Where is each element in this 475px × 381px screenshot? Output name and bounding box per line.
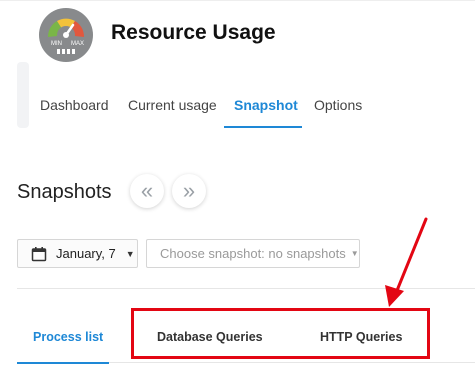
annotation-arrow-icon [385, 217, 428, 307]
top-border [0, 0, 475, 1]
next-snapshot-button[interactable]: » [172, 174, 206, 208]
calendar-icon [31, 246, 47, 261]
tab-snapshot[interactable]: Snapshot [234, 97, 298, 113]
date-value: January, 7 [56, 246, 116, 261]
annotation-highlight-box [131, 308, 430, 359]
section-title: Snapshots [17, 181, 112, 203]
double-chevron-left-icon: « [140, 178, 154, 203]
tab-options[interactable]: Options [314, 97, 362, 113]
chevron-down-icon: ▼ [350, 249, 359, 258]
tab-dashboard[interactable]: Dashboard [40, 97, 109, 113]
tab-current-usage[interactable]: Current usage [128, 97, 217, 113]
active-tab-indicator [224, 126, 302, 128]
snapshot-select-placeholder: Choose snapshot: no snapshots [160, 246, 346, 261]
app-title: Resource Usage [111, 21, 276, 44]
date-picker-button[interactable]: January, 7 ▼ [17, 239, 138, 268]
gauge-min-label: MIN [51, 41, 62, 47]
tab-process-list[interactable]: Process list [33, 330, 103, 344]
double-chevron-right-icon: » [182, 178, 196, 203]
gauge-max-label: MAX [71, 41, 84, 47]
gauge-icon: MIN MAX [39, 8, 93, 62]
snapshot-select[interactable]: Choose snapshot: no snapshots ▼ [146, 239, 360, 268]
sidebar-strip [17, 62, 29, 128]
previous-snapshot-button[interactable]: « [130, 174, 164, 208]
chevron-down-icon: ▼ [125, 248, 135, 259]
active-sub-tab-indicator [17, 362, 109, 364]
